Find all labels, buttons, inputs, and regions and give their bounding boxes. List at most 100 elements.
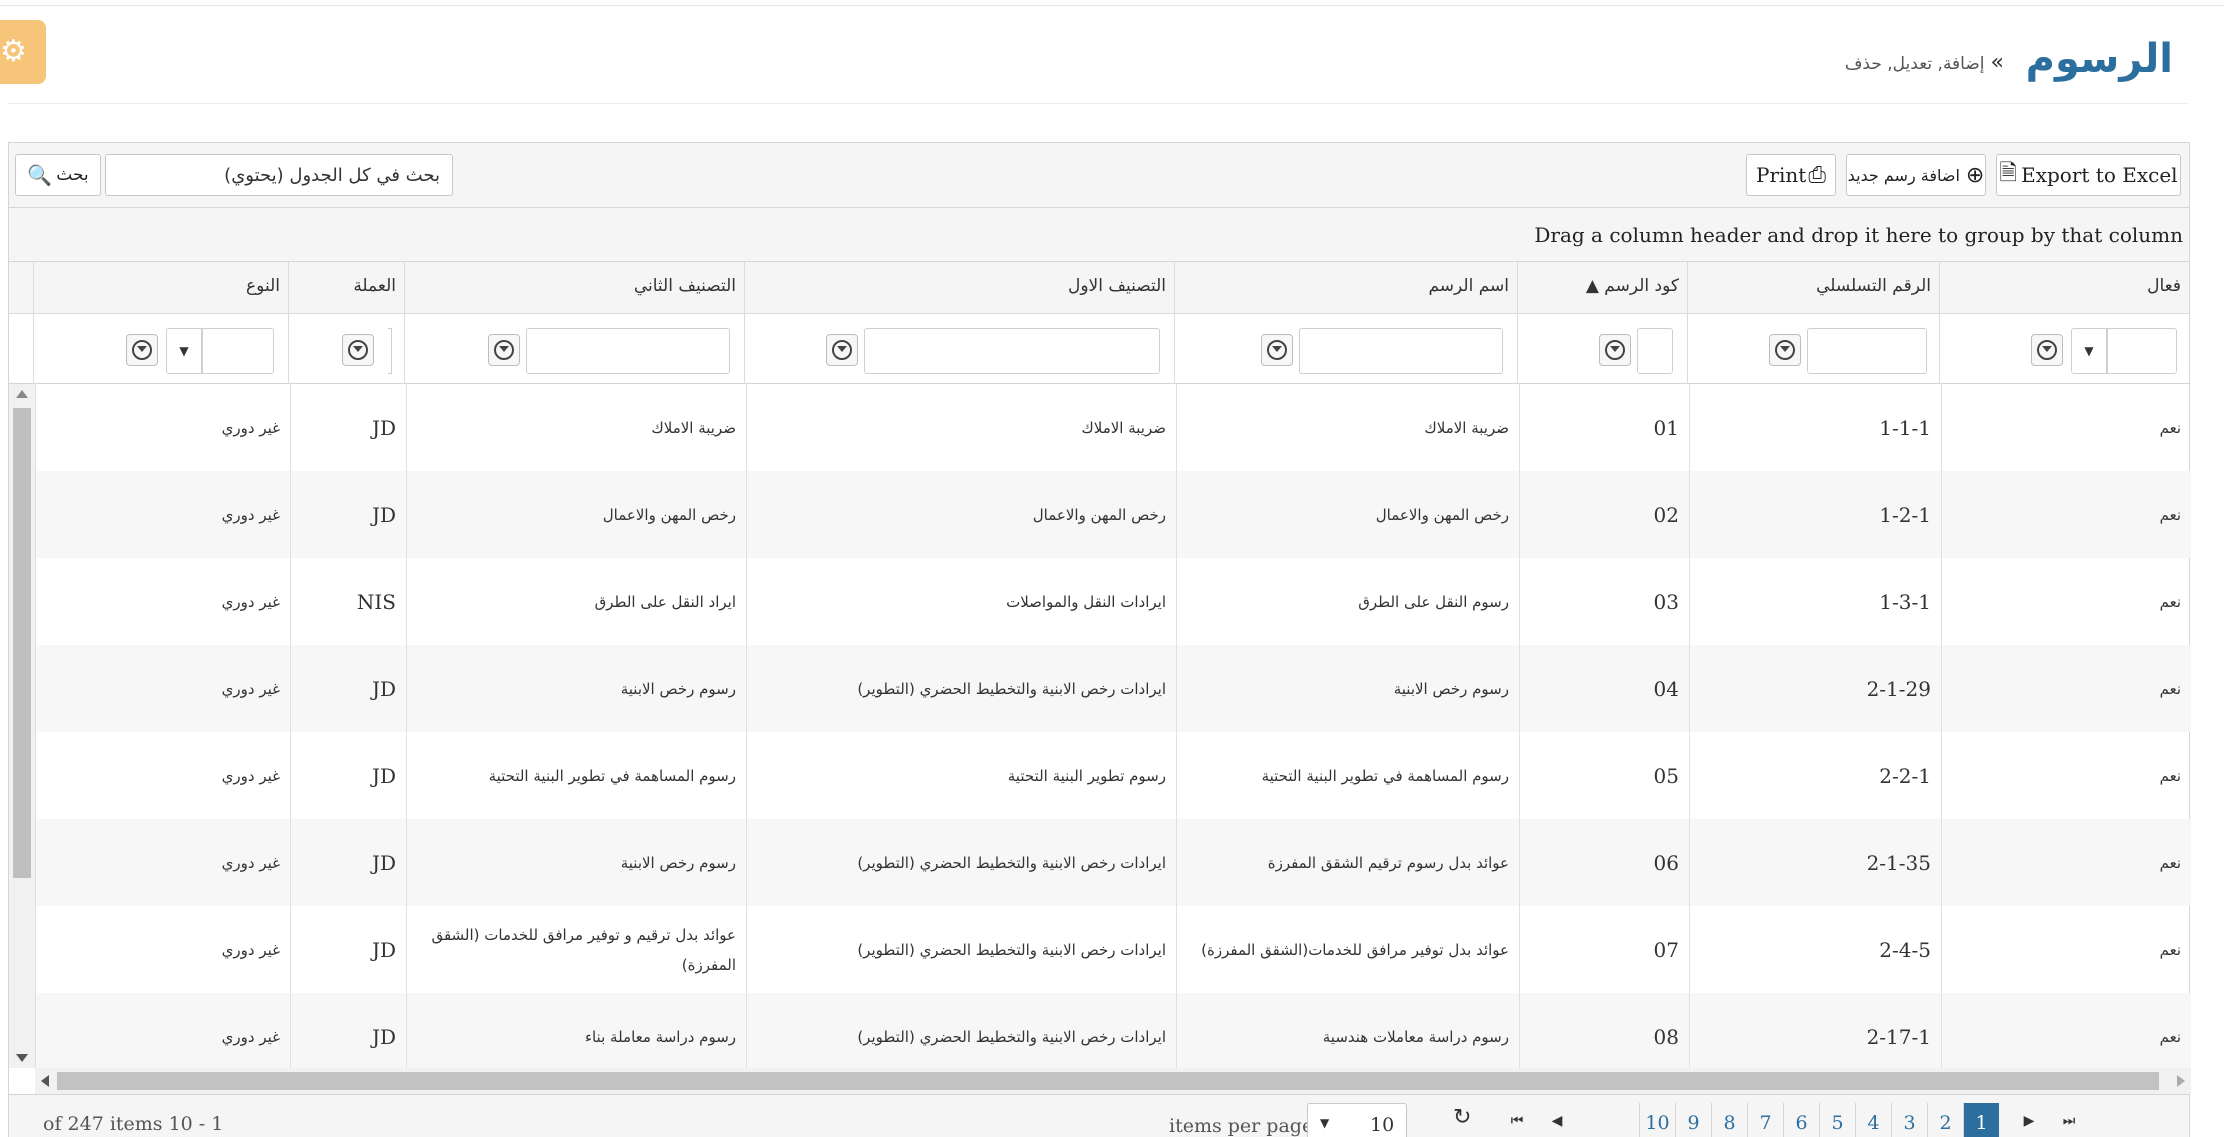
search-input[interactable] [106,155,452,195]
filter-name-input[interactable] [1299,328,1503,374]
table-row[interactable]: نعم 2-4-5 07 عوائد بدل توفير مرافق للخدم… [35,906,2191,993]
search-button[interactable]: 🔍 بحث [15,154,101,196]
grid-body: نعم 1-1-1 01 ضريبة الاملاك ضريبة الاملاك… [35,384,2191,1068]
items-per-page-select[interactable]: ▼ 10 [1307,1103,1407,1137]
cell-currency: JD [290,384,406,471]
next-page-icon[interactable]: ▶ [2011,1103,2047,1137]
table-row[interactable]: نعم 1-2-1 02 رخص المهن والاعمال رخص المه… [35,471,2191,558]
filter-icon [494,340,514,360]
table-row[interactable]: نعم 2-2-1 05 رسوم المساهمة في تطوير البن… [35,732,2191,819]
settings-button[interactable]: ⚙ [0,20,46,84]
filter-active-input[interactable] [2107,328,2177,374]
cell-code: 07 [1519,906,1689,993]
filter-code-input[interactable] [1637,328,1673,374]
page-5[interactable]: 5 [1819,1103,1855,1137]
prev-page-icon[interactable]: ◀ [1539,1103,1575,1137]
filter-icon [1267,340,1287,360]
filter-category1-input[interactable] [864,328,1160,374]
page-8[interactable]: 8 [1711,1103,1747,1137]
add-fee-button[interactable]: ⊕ اضافة رسم جديد [1846,154,1986,196]
page-9[interactable]: 9 [1675,1103,1711,1137]
cell-category2: رسوم رخص الابنية [406,645,746,732]
cell-category2: رخص المهن والاعمال [406,471,746,558]
page-1-active[interactable]: 1 [1963,1103,1999,1137]
page-6[interactable]: 6 [1783,1103,1819,1137]
filter-active-button[interactable] [2031,334,2063,366]
page-title: الرسوم [2025,36,2173,82]
vertical-scroll-thumb[interactable] [13,408,31,878]
search-icon: 🔍 [27,163,53,187]
table-row[interactable]: نعم 1-3-1 03 رسوم النقل على الطرق ايرادا… [35,558,2191,645]
cell-serial: 1-3-1 [1689,558,1941,645]
cell-category1: ايرادات رخص الابنية والتخطيط الحضري (الت… [746,906,1176,993]
filter-currency-button[interactable] [342,334,374,366]
cell-code: 08 [1519,993,1689,1068]
search-button-label: بحث [56,165,89,185]
page-2[interactable]: 2 [1927,1103,1963,1137]
column-header-serial[interactable]: الرقم التسلسلي [1687,262,1939,314]
filter-active-dropdown[interactable]: ▼ [2071,328,2107,374]
column-header-currency[interactable]: العملة [288,262,404,314]
cell-name: رسوم النقل على الطرق [1176,558,1519,645]
filter-cell-name [1174,314,1517,384]
filter-icon [2037,340,2057,360]
vertical-scrollbar[interactable] [9,384,35,1068]
group-drop-zone[interactable]: Drag a column header and drop it here to… [9,208,2189,262]
page-10[interactable]: 10 [1639,1103,1675,1137]
export-excel-button[interactable]: 🗎 Export to Excel [1996,154,2181,196]
scroll-left-icon[interactable] [41,1075,49,1087]
table-row[interactable]: نعم 2-1-29 04 رسوم رخص الابنية ايرادات ر… [35,645,2191,732]
scroll-right-icon[interactable] [2177,1075,2185,1087]
scroll-up-icon[interactable] [16,390,28,398]
filter-type-input[interactable] [202,328,274,374]
page-4[interactable]: 4 [1855,1103,1891,1137]
filter-category1-button[interactable] [826,334,858,366]
filter-currency-input[interactable] [388,328,392,374]
refresh-icon[interactable]: ↻ [1453,1105,1471,1130]
filter-type-button[interactable] [126,334,158,366]
cell-code: 06 [1519,819,1689,906]
cell-active: نعم [1941,993,2191,1068]
filter-icon [832,340,852,360]
table-row[interactable]: نعم 2-17-1 08 رسوم دراسة معاملات هندسية … [35,993,2191,1068]
filter-row: ▼ ▼ [9,314,2189,384]
cell-category1: ايرادات النقل والمواصلات [746,558,1176,645]
last-page-icon[interactable]: ⏮ [1499,1103,1535,1137]
cell-currency: JD [290,645,406,732]
filter-name-button[interactable] [1261,334,1293,366]
cell-code: 01 [1519,384,1689,471]
horizontal-scroll-thumb[interactable] [57,1072,2159,1090]
filter-cell-serial [1687,314,1939,384]
cell-type: غير دوري [35,558,290,645]
cell-active: نعم [1941,384,2191,471]
first-page-icon[interactable]: ⏭ [2051,1103,2087,1137]
filter-category2-button[interactable] [488,334,520,366]
table-row[interactable]: نعم 2-1-35 06 عوائد بدل رسوم ترقيم الشقق… [35,819,2191,906]
filter-serial-button[interactable] [1769,334,1801,366]
print-button[interactable]: Print ⎙ [1746,154,1836,196]
filter-code-button[interactable] [1599,334,1631,366]
cell-serial: 2-2-1 [1689,732,1941,819]
horizontal-scrollbar[interactable] [35,1068,2191,1094]
filter-type-dropdown[interactable]: ▼ [166,328,202,374]
page-3[interactable]: 3 [1891,1103,1927,1137]
filter-category2-input[interactable] [526,328,730,374]
column-header-code[interactable]: كود الرسم ▲ [1517,262,1687,314]
cell-currency: JD [290,993,406,1068]
chevron-down-icon: ▼ [179,344,189,358]
page-7[interactable]: 7 [1747,1103,1783,1137]
print-label: Print [1756,163,1807,187]
column-header-type[interactable]: النوع [33,262,288,314]
cell-active: نعم [1941,732,2191,819]
scroll-down-icon[interactable] [16,1054,28,1062]
cell-serial: 1-1-1 [1689,384,1941,471]
printer-icon: ⎙ [1808,162,1826,188]
cell-category2: ضريبة الاملاك [406,384,746,471]
column-header-category2[interactable]: التصنيف الثاني [404,262,744,314]
column-header-category1[interactable]: التصنيف الاول [744,262,1174,314]
filter-serial-input[interactable] [1807,328,1927,374]
column-header-name[interactable]: اسم الرسم [1174,262,1517,314]
column-header-active[interactable]: فعال [1939,262,2189,314]
filter-cell-active: ▼ [1939,314,2189,384]
table-row[interactable]: نعم 1-1-1 01 ضريبة الاملاك ضريبة الاملاك… [35,384,2191,471]
